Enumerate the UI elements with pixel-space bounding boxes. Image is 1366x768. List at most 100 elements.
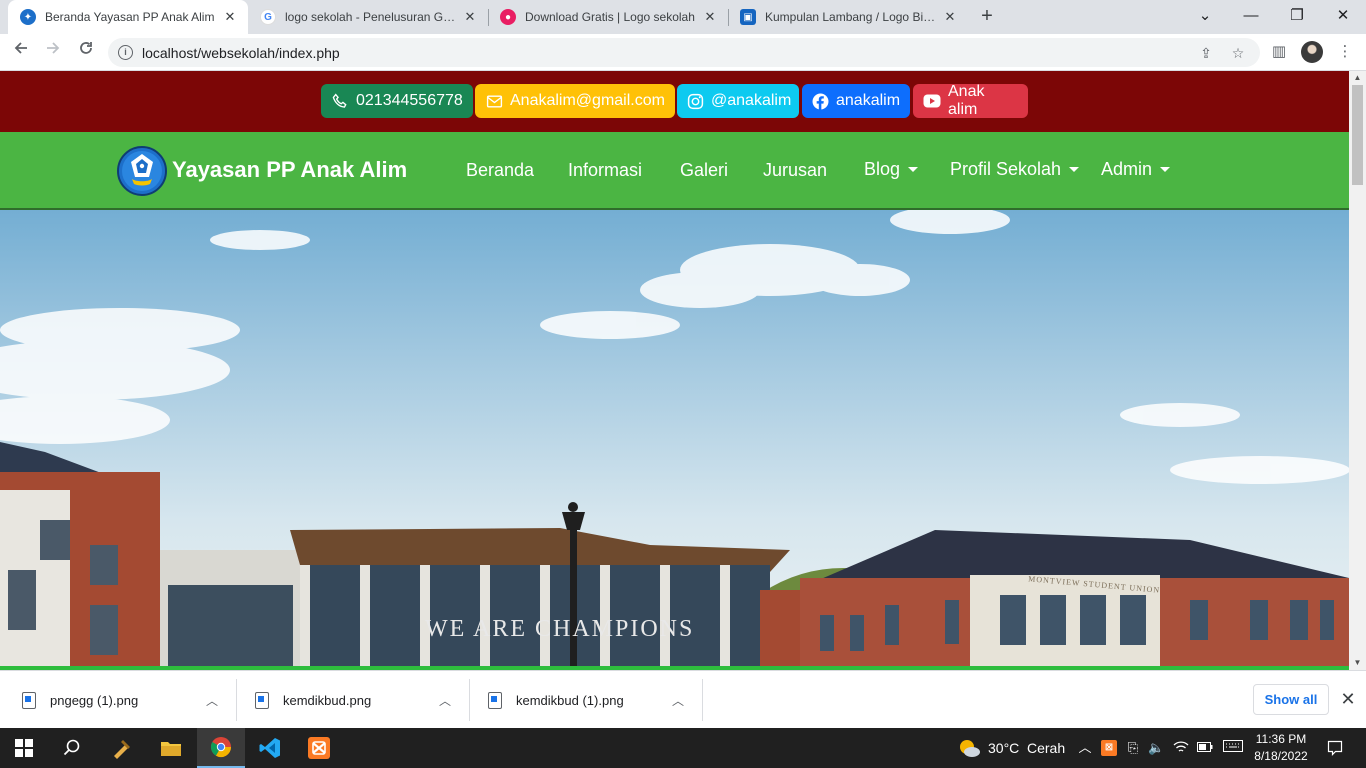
nav-label: Jurusan — [763, 160, 828, 180]
nav-blog-dropdown[interactable]: Blog — [864, 159, 919, 180]
download-filename: kemdikbud (1).png — [516, 692, 624, 708]
new-tab-button[interactable]: + — [976, 5, 998, 27]
close-icon[interactable]: ✕ — [702, 9, 718, 25]
download-filename: pngegg (1).png — [50, 692, 139, 708]
url-text: localhost/websekolah/index.php — [142, 45, 340, 61]
profile-avatar[interactable] — [1301, 41, 1323, 63]
restore-button[interactable]: ❐ — [1274, 4, 1320, 28]
weather-condition[interactable]: Cerah — [1027, 740, 1065, 756]
facebook-icon — [812, 92, 829, 110]
site-info-icon[interactable]: i — [118, 45, 133, 60]
tab-title: Beranda Yayasan PP Anak Alim — [45, 10, 215, 24]
instagram-button[interactable]: @anakalim — [677, 84, 799, 118]
tray-overflow-chevron-icon[interactable]: ︿ — [1077, 740, 1093, 756]
phone-number: 021344556778 — [356, 92, 463, 109]
tab-pngegg[interactable]: ● Download Gratis | Logo sekolah ✕ — [488, 0, 728, 34]
close-icon[interactable]: ✕ — [942, 9, 958, 25]
nav-galeri[interactable]: Galeri — [680, 160, 728, 181]
browser-toolbar: i localhost/websekolah/index.php ⇪ ☆ ▥ ⋮ — [0, 34, 1366, 71]
side-panel-icon[interactable]: ▥ — [1267, 40, 1291, 64]
minimize-button[interactable]: — — [1228, 4, 1274, 28]
show-all-downloads-button[interactable]: Show all — [1253, 684, 1329, 715]
tab-beranda[interactable]: ✦ Beranda Yayasan PP Anak Alim ✕ — [8, 0, 248, 34]
forward-button[interactable] — [41, 40, 65, 64]
forward-arrow-icon — [47, 42, 60, 54]
tool-app-icon — [114, 740, 130, 759]
nav-jurusan[interactable]: Jurusan — [763, 160, 827, 181]
tab-search-chevron-icon[interactable]: ⌄ — [1182, 4, 1228, 28]
download-item[interactable]: pngegg (1).png ︿ — [22, 679, 232, 721]
window-close-button[interactable]: ✕ — [1320, 4, 1366, 28]
battery-icon[interactable] — [1197, 740, 1213, 756]
chevron-up-icon[interactable]: ︿ — [439, 692, 451, 709]
tab-title: Download Gratis | Logo sekolah — [525, 10, 695, 24]
close-shelf-icon[interactable]: ✕ — [1338, 687, 1358, 711]
facebook-button[interactable]: anakalim — [802, 84, 910, 118]
bookmark-star-icon[interactable]: ☆ — [1228, 43, 1248, 63]
caret-down-icon — [1160, 167, 1171, 172]
taskbar-chrome[interactable] — [197, 728, 245, 768]
caret-down-icon — [908, 167, 919, 172]
nav-profil-sekolah-dropdown[interactable]: Profil Sekolah — [950, 159, 1080, 180]
email-button[interactable]: Anakalim@gmail.com — [475, 84, 675, 118]
scroll-up-icon[interactable]: ▲ — [1349, 72, 1366, 84]
clock-time: 11:36 PM — [1255, 732, 1307, 746]
youtube-channel: Anak alim — [948, 83, 985, 118]
youtube-button[interactable]: Anak alim — [913, 83, 1028, 118]
nav-label: Profil Sekolah — [950, 159, 1062, 179]
shelf-separator — [236, 679, 237, 721]
taskbar-xampp[interactable] — [295, 728, 343, 768]
volume-icon[interactable]: 🔈 — [1148, 740, 1164, 756]
share-icon[interactable]: ⇪ — [1196, 43, 1216, 63]
weather-partly-cloudy-icon[interactable] — [957, 738, 981, 758]
search-icon — [63, 739, 80, 756]
close-icon[interactable]: ✕ — [462, 9, 478, 25]
meet-now-icon[interactable]: ⎘ — [1125, 740, 1141, 756]
phone-button[interactable]: 021344556778 — [321, 84, 473, 118]
contact-bar: 021344556778 Anakalim@gmail.com @anakali… — [0, 71, 1349, 132]
caret-down-icon — [1069, 167, 1080, 172]
start-button[interactable] — [0, 728, 48, 768]
back-arrow-icon — [14, 42, 27, 54]
taskbar-app-tool[interactable] — [98, 728, 146, 768]
nav-label: Informasi — [568, 160, 643, 180]
youtube-icon — [923, 92, 941, 110]
keyboard-icon[interactable] — [1222, 740, 1244, 756]
notification-icon[interactable] — [1326, 740, 1344, 756]
nav-admin-dropdown[interactable]: Admin — [1101, 159, 1171, 180]
address-bar[interactable]: i localhost/websekolah/index.php ⇪ ☆ — [108, 38, 1260, 67]
tab-kumpulan-lambang[interactable]: ▣ Kumpulan Lambang / Logo Bidar ✕ — [728, 0, 968, 34]
download-item[interactable]: kemdikbud (1).png ︿ — [488, 679, 698, 721]
nav-informasi[interactable]: Informasi — [568, 160, 642, 181]
hero-sign-text: WE ARE CHAMPIONS — [425, 616, 695, 642]
system-clock[interactable]: 11:36 PM 8/18/2022 — [1248, 731, 1314, 765]
chevron-up-icon[interactable]: ︿ — [206, 692, 218, 709]
chevron-up-icon[interactable]: ︿ — [672, 692, 684, 709]
campus-illustration — [0, 210, 1349, 666]
main-navbar: Yayasan PP Anak Alim Beranda Informasi G… — [0, 132, 1349, 210]
menu-kebab-icon[interactable]: ⋮ — [1333, 40, 1357, 64]
back-button[interactable] — [9, 40, 33, 64]
tab-google-search[interactable]: G logo sekolah - Penelusuran Goog ✕ — [248, 0, 488, 34]
scroll-down-icon[interactable]: ▼ — [1349, 657, 1366, 669]
nav-label: Blog — [864, 159, 901, 179]
nav-beranda[interactable]: Beranda — [466, 160, 534, 181]
scroll-thumb[interactable] — [1352, 85, 1363, 185]
xampp-icon — [308, 737, 330, 759]
reload-button[interactable] — [74, 40, 98, 64]
pngegg-icon: ● — [500, 9, 516, 25]
brand-name[interactable]: Yayasan PP Anak Alim — [172, 157, 407, 183]
download-item[interactable]: kemdikbud.png ︿ — [255, 679, 465, 721]
browser-tab-strip: ✦ Beranda Yayasan PP Anak Alim ✕ G logo … — [0, 0, 1366, 34]
kemdikbud-logo[interactable] — [117, 146, 167, 196]
xampp-tray-icon[interactable]: ⊠ — [1101, 740, 1117, 756]
search-button[interactable] — [48, 728, 96, 768]
taskbar-vscode[interactable] — [246, 728, 294, 768]
instagram-handle: @anakalim — [711, 92, 792, 109]
weather-temperature[interactable]: 30°C — [988, 740, 1019, 756]
page-scrollbar[interactable]: ▲ ▼ — [1349, 71, 1366, 670]
taskbar-file-explorer[interactable] — [147, 728, 195, 768]
close-icon[interactable]: ✕ — [222, 9, 238, 25]
nav-label: Galeri — [680, 160, 729, 180]
network-icon[interactable] — [1173, 740, 1189, 756]
